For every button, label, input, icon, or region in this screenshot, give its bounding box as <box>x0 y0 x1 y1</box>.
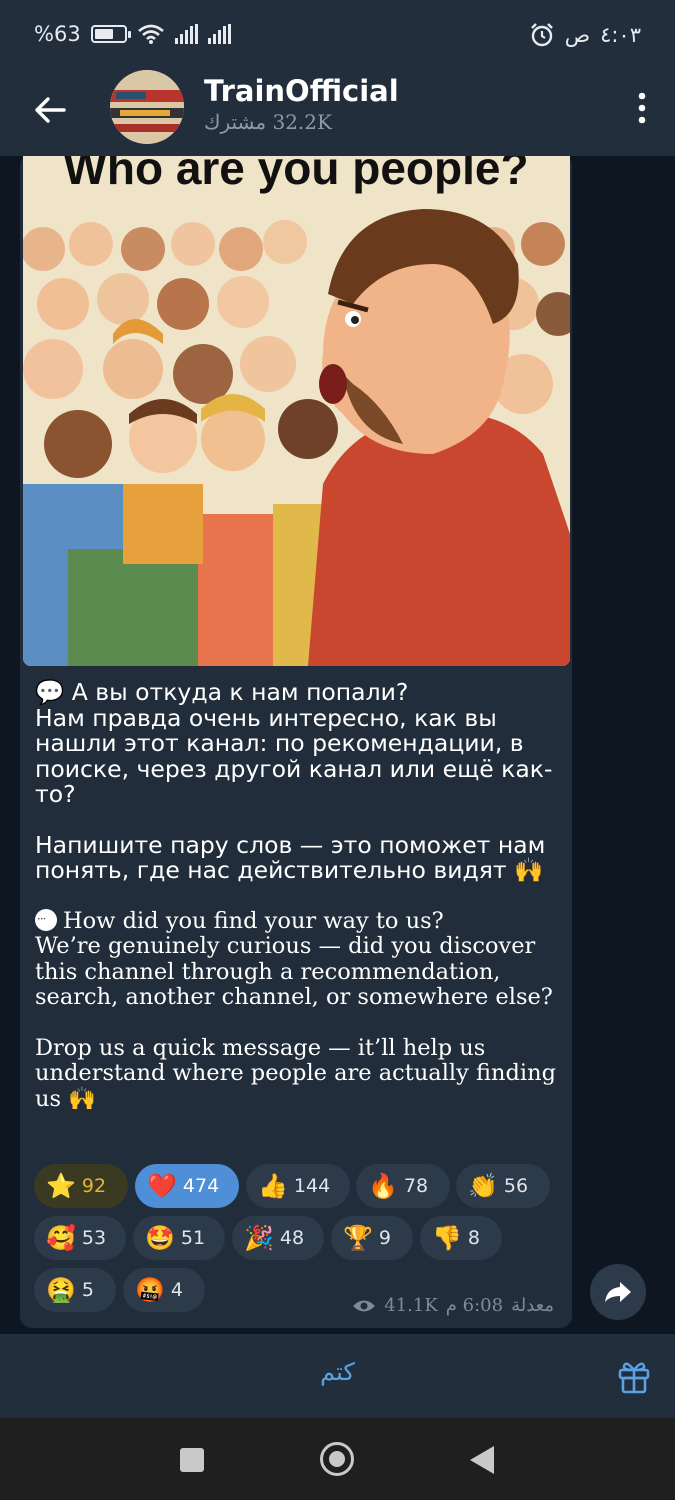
chat-header: TrainOfficial 32.2K مشترك <box>0 70 675 156</box>
smiling-hearts-icon: 🥰 <box>46 1224 76 1252</box>
post-en-paragraph-1: How did you find your way to us? We’re g… <box>35 907 553 1010</box>
reaction-clap[interactable]: 👏 56 <box>456 1164 550 1208</box>
home-icon[interactable] <box>320 1442 354 1476</box>
share-icon <box>605 1282 631 1302</box>
back-icon[interactable] <box>470 1446 494 1474</box>
signal-icon <box>207 24 231 44</box>
trophy-icon: 🏆 <box>343 1224 373 1252</box>
subscriber-count: 32.2K مشترك <box>204 110 332 134</box>
post-ru-paragraph-2: Напишите пару слов — это поможет нам пон… <box>35 830 546 884</box>
reaction-vomit[interactable]: 🤮 5 <box>34 1268 116 1312</box>
reaction-count: 92 <box>81 1175 107 1197</box>
wifi-icon <box>137 24 164 44</box>
star-icon: ⭐ <box>46 1172 76 1200</box>
party-popper-icon: 🎉 <box>244 1224 274 1252</box>
post-image[interactable]: Who are you people? <box>23 156 570 666</box>
reaction-party[interactable]: 🎉 48 <box>232 1216 324 1260</box>
system-nav-bar <box>0 1418 675 1500</box>
view-count: 41.1K <box>384 1295 438 1316</box>
reaction-count: 78 <box>403 1175 429 1197</box>
reaction-trophy[interactable]: 🏆 9 <box>331 1216 413 1260</box>
post-ru-paragraph-1: 💬 А вы откуда к нам попали? Нам правда о… <box>35 678 553 808</box>
reaction-star-struck[interactable]: 🤩 51 <box>133 1216 225 1260</box>
thumbs-up-icon: 👍 <box>258 1172 288 1200</box>
reaction-heart[interactable]: ❤️ 474 <box>135 1164 239 1208</box>
image-title-text: Who are you people? <box>63 156 528 194</box>
reaction-cursing[interactable]: 🤬 4 <box>123 1268 205 1312</box>
reaction-thumbs-down[interactable]: 👎 8 <box>420 1216 502 1260</box>
speech-bubble-icon <box>35 907 57 932</box>
bottom-bar: كتم <box>0 1334 675 1418</box>
thumbs-down-icon: 👎 <box>432 1224 462 1252</box>
post-time: 6:08 م <box>445 1295 504 1316</box>
battery-icon <box>90 25 131 43</box>
cursing-face-icon: 🤬 <box>135 1276 165 1304</box>
fire-icon: 🔥 <box>368 1172 398 1200</box>
post-meta: 41.1K 6:08 م معدلة <box>352 1295 554 1316</box>
signal-icon <box>174 24 198 44</box>
post-en-paragraph-2: Drop us a quick message — it’ll help us … <box>35 1034 556 1112</box>
channel-avatar[interactable] <box>110 70 184 144</box>
channel-post[interactable]: Who are you people? 💬 А вы откуда к нам … <box>20 156 572 1328</box>
reaction-fire[interactable]: 🔥 78 <box>356 1164 450 1208</box>
reaction-count: 8 <box>467 1227 480 1249</box>
edited-label: معدلة <box>511 1295 554 1316</box>
clap-icon: 👏 <box>468 1172 498 1200</box>
reaction-count: 51 <box>180 1227 206 1249</box>
reaction-count: 56 <box>503 1175 529 1197</box>
reaction-count: 53 <box>81 1227 107 1249</box>
status-bar: %63 ص ٤:٠٣ <box>0 0 675 72</box>
reaction-smiling-hearts[interactable]: 🥰 53 <box>34 1216 126 1260</box>
eye-icon <box>353 1300 376 1311</box>
reaction-count: 9 <box>378 1227 391 1249</box>
reaction-count: 5 <box>81 1279 94 1301</box>
reaction-thumbs-up[interactable]: 👍 144 <box>246 1164 350 1208</box>
star-struck-icon: 🤩 <box>145 1224 175 1252</box>
alarm-icon <box>530 23 553 47</box>
more-vert-icon[interactable] <box>637 92 647 124</box>
chat-area[interactable]: Who are you people? 💬 А вы откуда к нам … <box>0 156 675 1334</box>
back-arrow-icon[interactable] <box>30 90 70 130</box>
reaction-count: 48 <box>279 1227 305 1249</box>
mute-button[interactable]: كتم <box>0 1358 675 1386</box>
vomit-face-icon: 🤮 <box>46 1276 76 1304</box>
reaction-count: 144 <box>293 1175 331 1197</box>
status-ampm: ص <box>564 23 591 47</box>
battery-percent: %63 <box>34 22 81 46</box>
post-text: 💬 А вы откуда к нам попали? Нам правда о… <box>35 678 560 1137</box>
gift-icon[interactable] <box>617 1358 651 1394</box>
reaction-count: 474 <box>182 1175 220 1197</box>
reaction-star[interactable]: ⭐ 92 <box>34 1164 128 1208</box>
reaction-count: 4 <box>170 1279 183 1301</box>
channel-title[interactable]: TrainOfficial <box>204 74 399 108</box>
share-button[interactable] <box>590 1264 646 1320</box>
heart-icon: ❤️ <box>147 1172 177 1200</box>
recents-icon[interactable] <box>180 1448 204 1472</box>
status-time: ٤:٠٣ <box>600 23 641 47</box>
